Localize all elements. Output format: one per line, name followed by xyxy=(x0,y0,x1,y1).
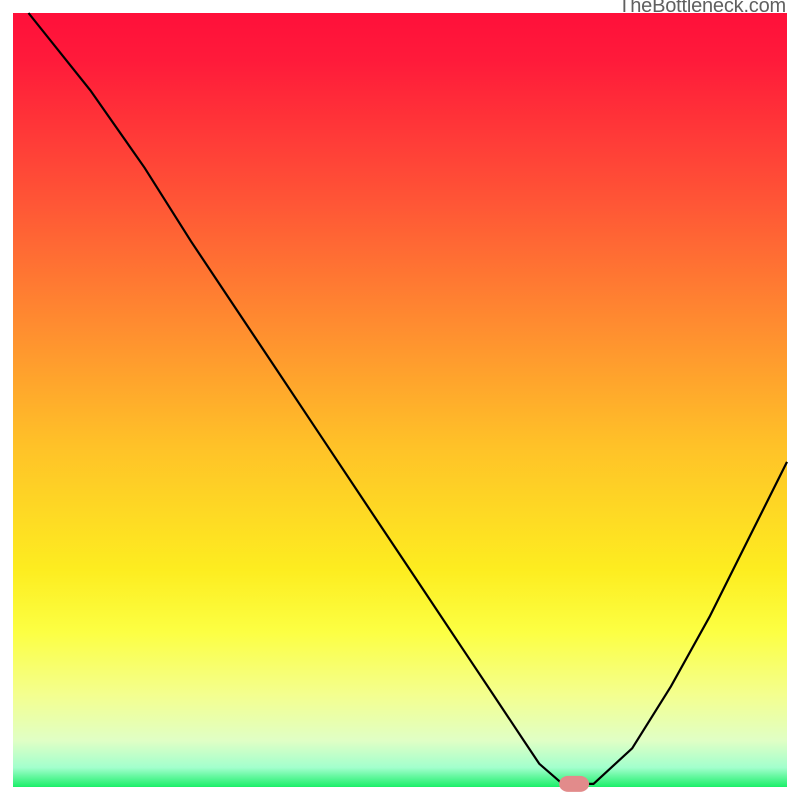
optimum-marker xyxy=(559,776,589,792)
watermark-text: TheBottleneck.com xyxy=(618,0,786,18)
chart-svg-layer xyxy=(0,0,800,800)
chart-line xyxy=(29,13,788,784)
chart-container: TheBottleneck.com xyxy=(0,0,800,800)
